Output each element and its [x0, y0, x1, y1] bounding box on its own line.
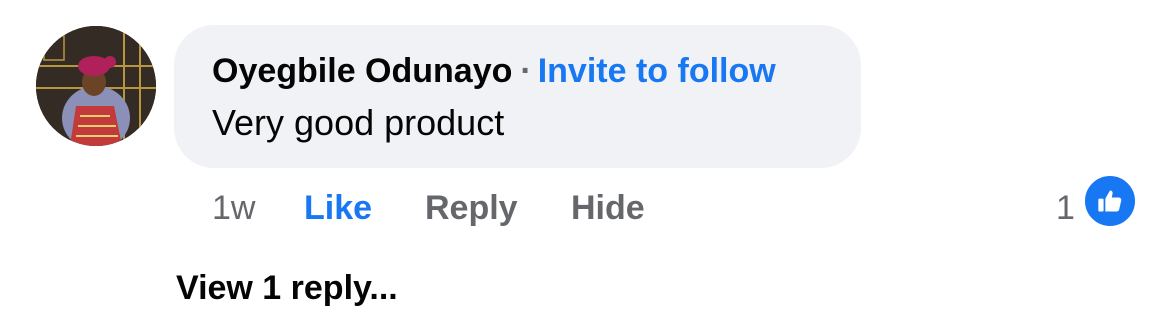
comment-actions: 1w Like Reply Hide	[0, 187, 1170, 229]
comment-header: Oyegbile Odunayo · Invite to follow	[212, 51, 776, 91]
avatar[interactable]	[36, 26, 156, 146]
author-name[interactable]: Oyegbile Odunayo	[212, 52, 512, 90]
view-replies-link[interactable]: View 1 reply...	[176, 267, 398, 309]
thumbs-up-icon[interactable]	[1082, 173, 1138, 229]
thumbs-up-glyph	[1098, 190, 1122, 212]
reply-button[interactable]: Reply	[425, 187, 518, 229]
timestamp[interactable]: 1w	[212, 187, 255, 229]
invite-to-follow-link[interactable]: Invite to follow	[538, 52, 776, 90]
comment-text: Very good product	[212, 102, 505, 143]
avatar-photo	[36, 26, 156, 146]
comment-bubble: Oyegbile Odunayo · Invite to follow Very g…	[174, 25, 861, 168]
separator-dot: ·	[520, 52, 532, 90]
hide-button[interactable]: Hide	[571, 187, 645, 229]
like-button[interactable]: Like	[304, 187, 372, 229]
reaction-count[interactable]: 1	[1056, 187, 1075, 229]
